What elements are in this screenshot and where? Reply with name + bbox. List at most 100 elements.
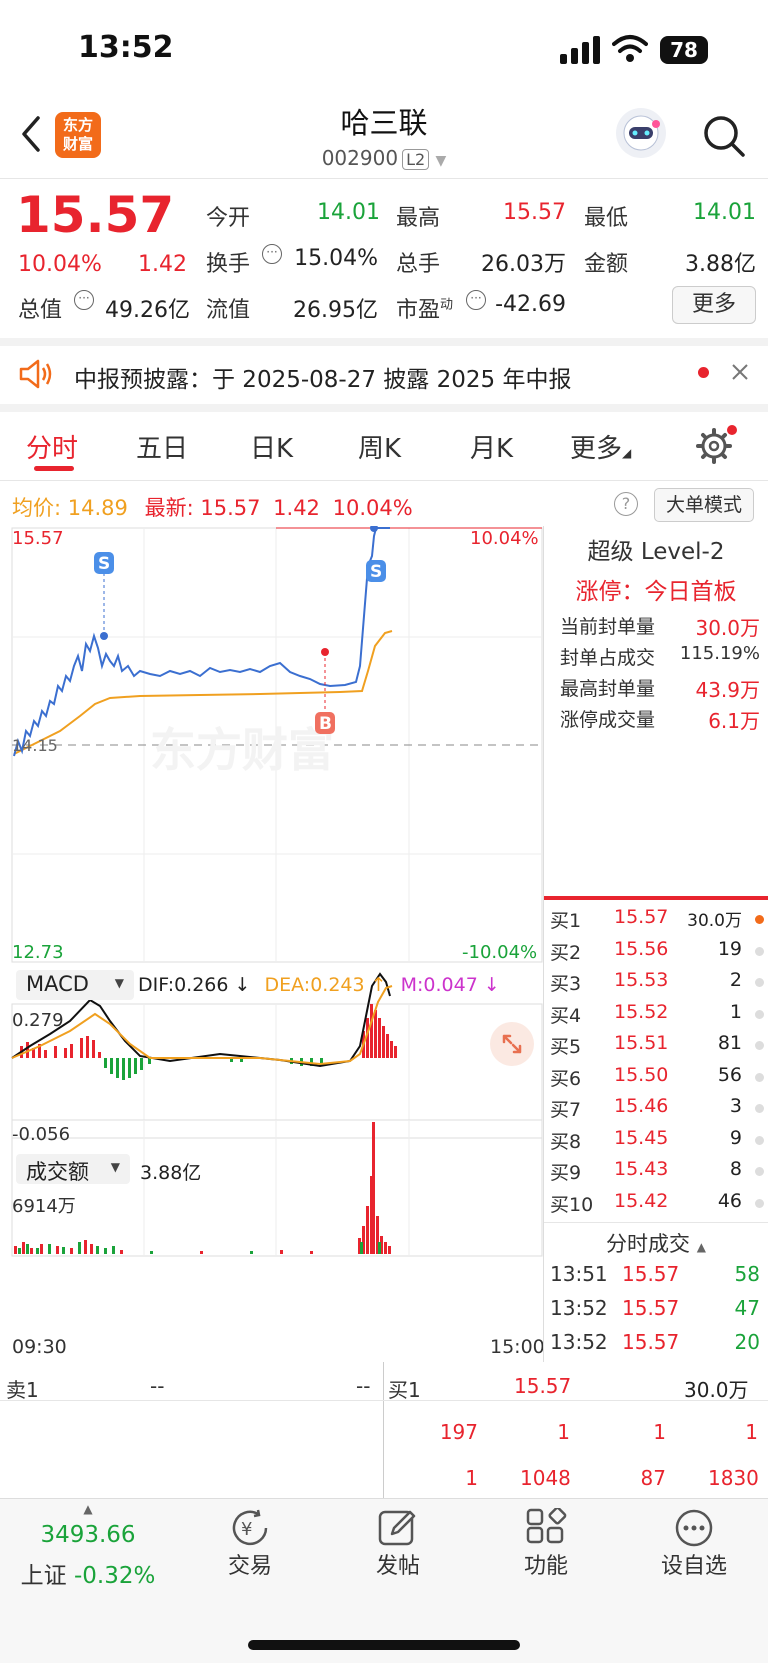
status-dot [755,1009,764,1019]
notice-text[interactable]: 中报预披露：于 2025-08-27 披露 2025 年中报 [74,360,571,394]
tick-row: 13:52 15.57 47 [550,1296,760,1330]
bid-label: 买6 [550,1067,582,1090]
stat-row: 封单占成交 115.19% [560,643,760,674]
tab-intraday[interactable]: 分时 [26,428,78,465]
grid-icon [526,1508,567,1544]
bid-price: 15.46 [614,1095,669,1117]
wifi-icon [612,35,648,62]
stat-label: 涨停成交量 [560,709,656,731]
tab-5day[interactable]: 五日 [136,428,188,465]
queue-cell: 1 [465,1466,478,1490]
assistant-avatar[interactable] [616,108,666,158]
tab-daily[interactable]: 日K [250,428,293,465]
info-icon[interactable]: ··· [74,290,94,310]
pe-sup: 动 [440,297,454,313]
price-change: 1.42 [138,252,187,277]
bid-row[interactable]: 买1 15.57 30.0万 [550,906,768,938]
sell1-label: 卖1 [6,1378,39,1402]
bid-row[interactable]: 买2 15.56 19 [550,938,768,970]
buy1-price: 15.57 [514,1374,572,1398]
avg-label: 均价: [12,496,62,520]
queue-cell: 1830 [708,1466,759,1490]
queue-cell: 1 [745,1420,758,1444]
turnover-label: 换手 [206,252,251,277]
status-dot [755,1135,764,1145]
float-label: 流值 [206,298,251,323]
mktcap-label: 总值 [18,298,63,323]
stat-label: 封单占成交 [560,647,656,669]
bid-volume: 1 [729,1000,742,1023]
bid-row[interactable]: 买6 15.50 56 [550,1064,768,1096]
speaker-icon [19,359,52,389]
status-dot [755,1198,764,1208]
tick-time: 13:52 [550,1296,608,1320]
volume-label: 总手 [396,252,441,277]
level-badge: L2 [402,149,430,170]
bid-label: 买3 [550,973,582,995]
trade-button[interactable]: ¥ 交易 [190,1508,310,1580]
pe-value: -42.69 [495,292,566,317]
tab-weekly[interactable]: 周K [358,428,401,465]
bid-row[interactable]: 买3 15.53 2 [550,969,768,1001]
svg-text:S: S [98,554,110,574]
unread-dot [698,367,709,378]
bid-volume: 19 [717,937,742,960]
tab-more-label: 更多 [570,434,623,464]
tick-price: 15.57 [622,1330,680,1354]
macd-selector[interactable]: MACD ▼ [16,970,134,1000]
bid-row[interactable]: 买10 15.42 46 [550,1190,768,1222]
signal-icon [560,36,600,64]
pct-top-label: 10.04% [470,528,539,549]
bid-row[interactable]: 买7 15.46 3 [550,1095,768,1127]
big-order-mode-button[interactable]: 大单模式 [654,488,754,522]
close-icon[interactable] [730,362,750,382]
macd-bottom-label: -0.056 [12,1124,71,1145]
expand-button[interactable] [490,1022,534,1066]
tab-more[interactable]: 更多◢ [570,428,631,465]
svg-text:B: B [319,714,332,734]
bid-label: 买10 [550,1193,594,1216]
limit-status: 涨停：今日首板 [544,572,768,606]
tab-monthly[interactable]: 月K [470,428,513,465]
tick-row: 13:52 15.57 20 [550,1330,760,1364]
macd-name: MACD [26,972,89,996]
bid-row[interactable]: 买9 15.43 8 [550,1158,768,1190]
ticks-title: 分时成交 [606,1232,691,1256]
latest-pct: 10.04% [332,496,413,520]
bid-volume: 8 [729,1158,742,1180]
status-dot [755,1072,764,1082]
ticks-header[interactable]: 分时成交 ▲ [544,1228,768,1258]
info-icon[interactable]: ··· [466,290,486,310]
latest-chg: 1.42 [273,496,320,520]
intraday-chart[interactable]: 东方财富 S S B [0,526,544,1336]
sell1-price: -- [150,1374,165,1398]
limit-label: 涨停：今日首板 [575,579,737,605]
queue-cell: 1048 [520,1466,571,1490]
price-bottom-label: 12.73 [12,942,64,963]
stat-label: 最高封单量 [560,678,656,700]
bid-volume: 2 [729,969,742,991]
info-icon[interactable]: ··· [262,244,282,264]
search-icon[interactable] [702,114,746,158]
settings-icon[interactable] [694,424,740,464]
queue-cell: 1 [653,1420,666,1444]
bid-row[interactable]: 买8 15.45 9 [550,1127,768,1159]
stat-value: 30.0万 [695,616,760,640]
buy1-volume: 30.0万 [684,1378,749,1402]
post-button[interactable]: 发帖 [338,1508,458,1580]
volume-selector[interactable]: 成交额 ▼ [16,1154,130,1184]
add-watchlist-button[interactable]: 设自选 [634,1508,754,1580]
pe-label: 市盈动 [396,292,453,324]
tick-row: 13:51 15.57 58 [550,1262,760,1296]
index-change[interactable]: 上证 -0.32% [0,1556,176,1590]
more-button[interactable]: 更多 [672,286,756,324]
current-price: 15.57 [16,186,175,244]
bid-row[interactable]: 买4 15.52 1 [550,1001,768,1033]
help-icon[interactable]: ? [614,492,638,516]
tick-time: 13:52 [550,1330,608,1354]
time-start-label: 09:30 [12,1336,67,1358]
bid-price: 15.45 [614,1126,669,1149]
function-button[interactable]: 功能 [486,1508,606,1580]
bid-row[interactable]: 买5 15.51 81 [550,1032,768,1064]
index-value[interactable]: 3493.66 [0,1522,176,1548]
